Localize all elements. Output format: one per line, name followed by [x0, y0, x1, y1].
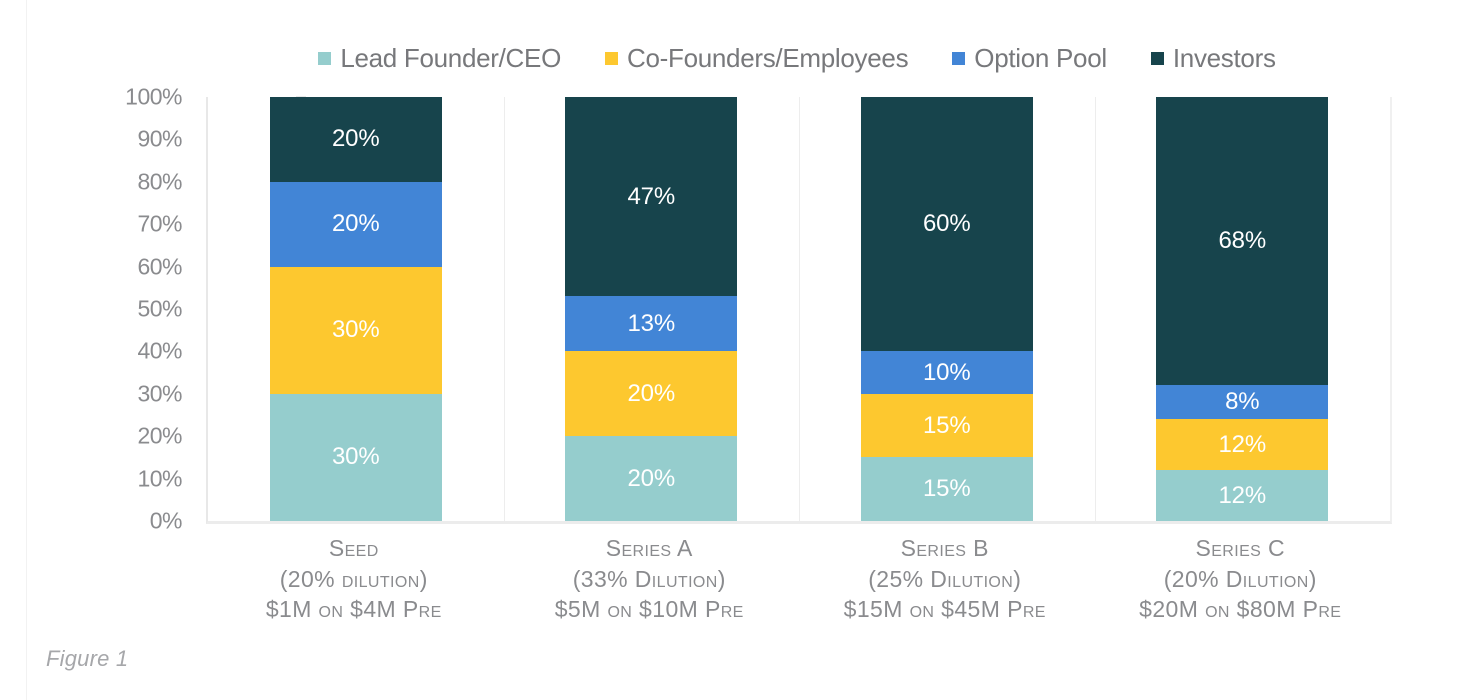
bar-segment-value-label: 47%: [627, 182, 676, 210]
bar-segment[interactable]: 60%: [860, 97, 1033, 352]
bar-segment[interactable]: 8%: [1156, 385, 1329, 420]
category-label-line: (20% Dilution): [1163, 565, 1317, 592]
y-axis-tick-label: 30%: [137, 380, 182, 407]
bar-segment-value-label: 20%: [332, 125, 380, 153]
stacked-bar[interactable]: 68% 8% 12% 12%: [1156, 97, 1329, 521]
category-label-line: (20% dilution): [279, 565, 428, 592]
chart-column: 60% 10% 15% 15%: [799, 97, 1095, 521]
bar-segment-value-label: 12%: [1218, 481, 1267, 509]
bar-segment-value-label: 20%: [627, 379, 676, 407]
x-axis-category-label: Series C (20% Dilution) $20M on $80M Pre: [1093, 533, 1389, 625]
category-label-line: $5M on $10M Pre: [554, 596, 744, 623]
bar-segment[interactable]: 10%: [860, 351, 1033, 394]
bar-segment[interactable]: 68%: [1156, 97, 1329, 386]
legend-item-lead-founder-ceo[interactable]: Lead Founder/CEO: [318, 45, 561, 71]
y-axis-tick-label: 40%: [137, 337, 182, 364]
legend-item-co-founders-employees[interactable]: Co-Founders/Employees: [605, 43, 909, 73]
bar-segment[interactable]: 20%: [269, 97, 442, 182]
legend-item-investors[interactable]: Investors: [1150, 43, 1276, 73]
stacked-bar[interactable]: 60% 10% 15% 15%: [860, 97, 1033, 521]
figure-caption: Figure 1: [46, 646, 129, 671]
y-axis-tick-label: 90%: [137, 125, 182, 152]
y-axis-tick-label: 80%: [137, 168, 182, 195]
bar-segment[interactable]: 20%: [565, 436, 738, 521]
square-swatch-icon: [1150, 51, 1164, 65]
bar-segment[interactable]: 20%: [565, 351, 738, 437]
y-axis-tick-label: 0%: [149, 507, 183, 534]
y-axis-tick-label: 100%: [125, 83, 182, 110]
stacked-bar[interactable]: 20% 20% 30% 30%: [269, 97, 442, 521]
bar-segment-value-label: 15%: [923, 411, 971, 439]
category-label-line: (25% Dilution): [868, 565, 1022, 592]
bar-segment-value-label: 13%: [627, 309, 676, 337]
category-label-line: $20M on $80M Pre: [1139, 596, 1342, 623]
stacked-bar[interactable]: 47% 13% 20% 20%: [565, 97, 738, 521]
y-axis-tick-label: 10%: [137, 465, 182, 492]
square-swatch-icon: [318, 51, 332, 65]
y-axis-tick-label: 70%: [137, 210, 182, 237]
x-axis-category-label: Seed (20% dilution) $1M on $4M Pre: [206, 533, 502, 625]
category-label-line: Seed: [328, 535, 379, 561]
bar-segment[interactable]: 47%: [565, 97, 738, 297]
bar-segment-value-label: 8%: [1225, 388, 1260, 416]
category-label-line: (33% Dilution): [572, 565, 726, 592]
plot-area: 20% 20% 30% 30% 47% 13% 20% 20% 60% 10% 15% 15% 68% 8…: [206, 97, 1392, 524]
bar-segment[interactable]: 20%: [269, 181, 442, 267]
legend-label: Investors: [1172, 43, 1276, 73]
category-label-line: Series B: [900, 535, 989, 561]
bar-segment-value-label: 20%: [332, 210, 380, 238]
bar-segment-value-label: 68%: [1218, 227, 1267, 255]
bar-segment[interactable]: 15%: [860, 457, 1033, 521]
category-label-line: $15M on $45M Pre: [843, 596, 1046, 623]
square-swatch-icon: [952, 51, 966, 65]
chart-legend: Lead Founder/CEO Co-Founders/Employees O…: [206, 38, 1388, 78]
bar-segment-value-label: 30%: [332, 443, 380, 471]
bar-segment[interactable]: 12%: [1156, 470, 1329, 521]
bar-segment-value-label: 20%: [627, 464, 676, 492]
x-axis-category-label: Series A (33% Dilution) $5M on $10M Pre: [502, 533, 798, 625]
bar-segment[interactable]: 30%: [269, 266, 442, 394]
category-label-line: Series C: [1195, 535, 1286, 561]
y-axis-tick-label: 50%: [137, 295, 182, 322]
bar-segment-value-label: 10%: [923, 358, 971, 386]
bar-segment[interactable]: 13%: [565, 296, 738, 352]
figure-stacked-bar-chart: Lead Founder/CEO Co-Founders/Employees O…: [0, 0, 1458, 700]
category-label-line: $1M on $4M Pre: [265, 596, 442, 623]
legend-label: Option Pool: [974, 43, 1107, 73]
square-swatch-icon: [605, 51, 618, 65]
y-axis: 100% 90% 80% 70% 60% 50% 40% 30% 20% 10% 0%: [100, 85, 306, 532]
bar-segment-value-label: 60%: [923, 210, 971, 238]
x-axis-category-label: Series B (25% Dilution) $15M on $45M Pre: [797, 533, 1093, 625]
category-label-line: Series A: [605, 535, 693, 561]
bar-segment[interactable]: 30%: [269, 393, 442, 521]
bar-segment-value-label: 30%: [332, 316, 380, 344]
chart-column: 47% 13% 20% 20%: [504, 97, 800, 521]
bar-segment[interactable]: 12%: [1156, 419, 1329, 471]
bar-segment-value-label: 15%: [923, 475, 971, 503]
bar-segment-value-label: 12%: [1218, 430, 1267, 458]
legend-item-option-pool[interactable]: Option Pool: [952, 45, 1107, 71]
bar-segment[interactable]: 15%: [860, 393, 1033, 458]
chart-column: 20% 20% 30% 30%: [208, 97, 504, 521]
y-axis-tick-label: 20%: [137, 422, 182, 449]
chart-column: 68% 8% 12% 12%: [1095, 97, 1391, 521]
legend-label: Co-Founders/Employees: [627, 43, 909, 73]
legend-label: Lead Founder/CEO: [340, 43, 561, 73]
y-axis-tick-label: 60%: [137, 253, 182, 280]
